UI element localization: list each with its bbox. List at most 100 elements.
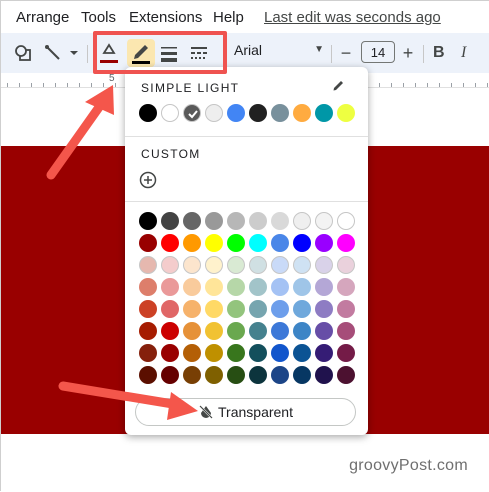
color-swatch[interactable] (249, 234, 267, 252)
color-swatch[interactable] (139, 366, 157, 384)
color-swatch[interactable] (161, 366, 179, 384)
color-swatch[interactable] (271, 322, 289, 340)
color-swatch[interactable] (161, 104, 179, 122)
color-swatch[interactable] (205, 234, 223, 252)
color-swatch[interactable] (293, 366, 311, 384)
color-swatch[interactable] (293, 234, 311, 252)
color-swatch[interactable] (271, 212, 289, 230)
color-swatch[interactable] (337, 366, 355, 384)
color-swatch[interactable] (315, 212, 333, 230)
color-swatch[interactable] (183, 256, 201, 274)
color-swatch[interactable] (315, 366, 333, 384)
color-swatch[interactable] (227, 300, 245, 318)
color-swatch[interactable] (271, 104, 289, 122)
color-swatch[interactable] (293, 212, 311, 230)
color-swatch[interactable] (161, 278, 179, 296)
color-swatch[interactable] (227, 278, 245, 296)
color-swatch[interactable] (249, 278, 267, 296)
line-icon[interactable] (41, 39, 65, 67)
color-swatch[interactable] (293, 300, 311, 318)
color-swatch[interactable] (205, 366, 223, 384)
color-swatch[interactable] (337, 344, 355, 362)
color-swatch[interactable] (183, 212, 201, 230)
color-swatch[interactable] (249, 322, 267, 340)
color-swatch[interactable] (139, 234, 157, 252)
color-swatch[interactable] (227, 344, 245, 362)
color-swatch[interactable] (139, 212, 157, 230)
color-swatch[interactable] (139, 278, 157, 296)
color-swatch[interactable] (205, 300, 223, 318)
color-swatch[interactable] (337, 278, 355, 296)
menu-extensions[interactable]: Extensions (129, 9, 202, 26)
color-swatch[interactable] (205, 256, 223, 274)
color-swatch[interactable] (249, 104, 267, 122)
color-swatch[interactable] (337, 234, 355, 252)
color-swatch[interactable] (205, 278, 223, 296)
color-swatch[interactable] (161, 322, 179, 340)
color-swatch[interactable] (271, 234, 289, 252)
color-swatch[interactable] (227, 104, 245, 122)
color-swatch[interactable] (139, 300, 157, 318)
color-swatch[interactable] (227, 234, 245, 252)
color-swatch[interactable] (227, 366, 245, 384)
color-swatch[interactable] (337, 212, 355, 230)
color-swatch[interactable] (315, 104, 333, 122)
color-swatch[interactable] (271, 344, 289, 362)
shape-icon[interactable] (11, 39, 35, 67)
color-swatch[interactable] (337, 322, 355, 340)
color-swatch[interactable] (183, 278, 201, 296)
color-swatch[interactable] (293, 278, 311, 296)
add-custom-color-icon[interactable] (139, 171, 157, 189)
color-swatch[interactable] (315, 234, 333, 252)
color-swatch[interactable] (227, 256, 245, 274)
edit-theme-icon[interactable] (332, 78, 346, 97)
color-swatch[interactable] (293, 344, 311, 362)
color-swatch[interactable] (161, 344, 179, 362)
color-swatch[interactable] (249, 212, 267, 230)
color-swatch[interactable] (161, 234, 179, 252)
color-swatch[interactable] (183, 344, 201, 362)
color-swatch[interactable] (271, 278, 289, 296)
color-swatch[interactable] (205, 104, 223, 122)
color-swatch[interactable] (249, 366, 267, 384)
color-swatch[interactable] (271, 366, 289, 384)
color-swatch[interactable] (271, 256, 289, 274)
transparent-button[interactable]: Transparent (135, 398, 356, 426)
color-swatch[interactable] (183, 322, 201, 340)
color-swatch[interactable] (183, 300, 201, 318)
color-swatch[interactable] (249, 300, 267, 318)
color-swatch[interactable] (139, 344, 157, 362)
color-swatch[interactable] (227, 212, 245, 230)
color-swatch[interactable] (205, 322, 223, 340)
color-swatch[interactable] (315, 344, 333, 362)
color-swatch[interactable] (139, 256, 157, 274)
color-swatch[interactable] (183, 366, 201, 384)
color-swatch[interactable] (315, 322, 333, 340)
menu-tools[interactable]: Tools (81, 9, 116, 26)
color-swatch[interactable] (205, 344, 223, 362)
italic-button[interactable]: I (461, 44, 466, 62)
color-swatch[interactable] (249, 256, 267, 274)
font-size-minus-button[interactable]: − (337, 39, 355, 67)
color-swatch[interactable] (227, 322, 245, 340)
menu-help[interactable]: Help (213, 9, 244, 26)
color-swatch[interactable] (315, 278, 333, 296)
color-swatch[interactable] (139, 322, 157, 340)
menu-arrange[interactable]: Arrange (16, 9, 69, 26)
color-swatch[interactable] (161, 300, 179, 318)
color-swatch[interactable] (293, 256, 311, 274)
bold-button[interactable]: B (433, 44, 445, 62)
color-swatch[interactable] (293, 322, 311, 340)
font-select[interactable]: Arial ▼ (234, 42, 324, 64)
color-swatch[interactable] (337, 104, 355, 122)
color-swatch[interactable] (315, 300, 333, 318)
color-swatch[interactable] (337, 300, 355, 318)
color-swatch[interactable] (249, 344, 267, 362)
color-swatch[interactable] (183, 234, 201, 252)
color-swatch[interactable] (271, 300, 289, 318)
color-swatch[interactable] (293, 104, 311, 122)
color-swatch[interactable] (161, 256, 179, 274)
color-swatch[interactable] (139, 104, 157, 122)
color-swatch[interactable] (315, 256, 333, 274)
last-edit-link[interactable]: Last edit was seconds ago (264, 9, 441, 26)
